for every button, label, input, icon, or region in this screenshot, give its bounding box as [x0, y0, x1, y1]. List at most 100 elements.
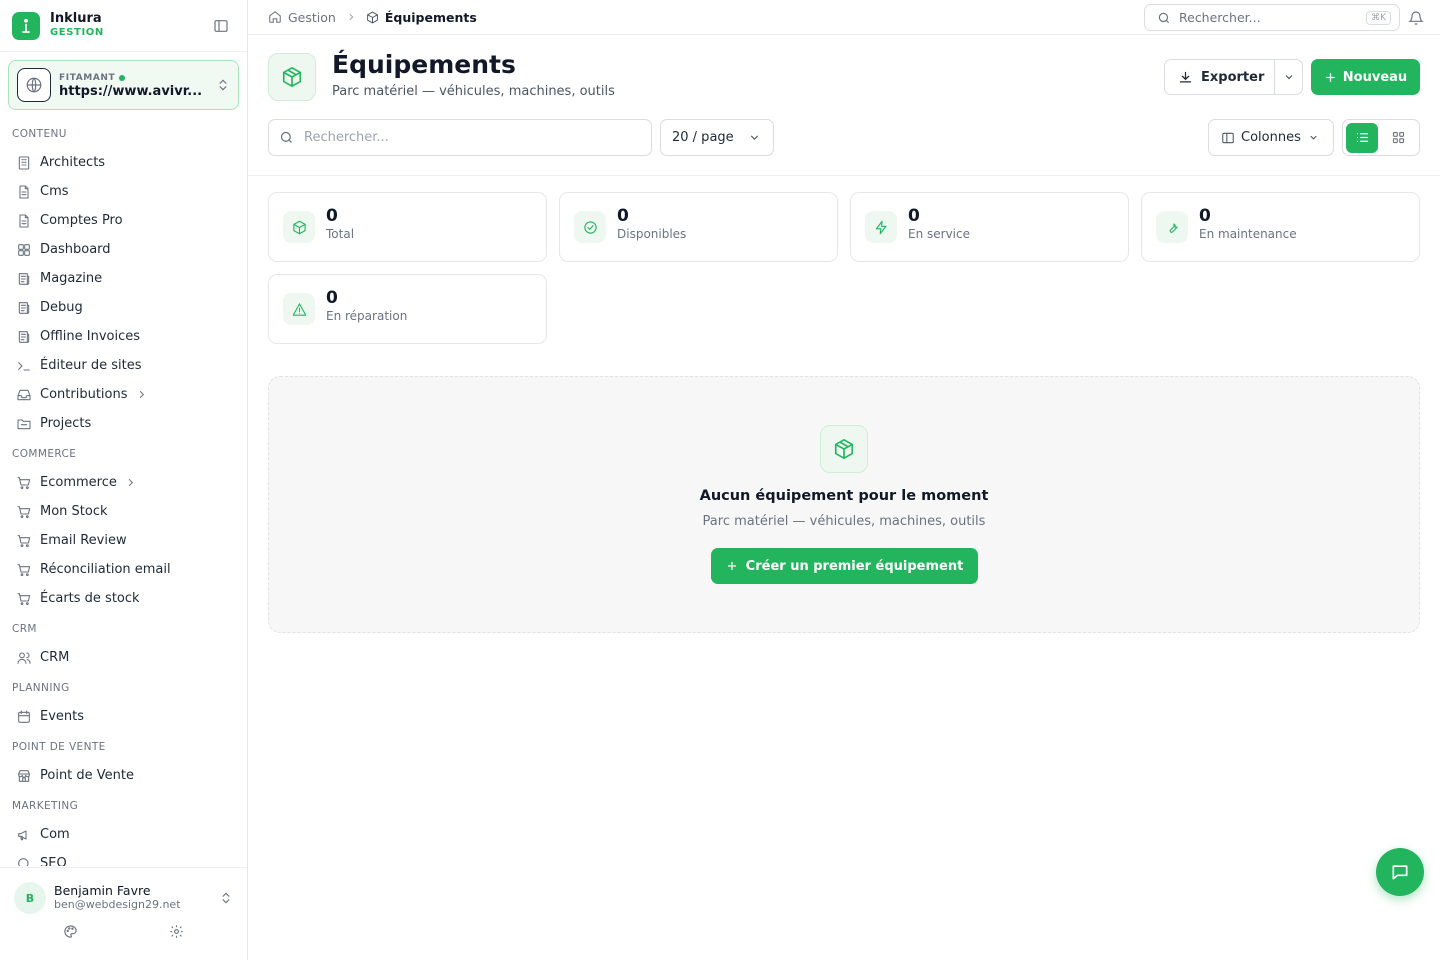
sidebar-item-label: Mon Stock — [40, 504, 108, 519]
sidebar-item-email-review[interactable]: Email Review — [0, 526, 247, 555]
page-size-value: 20 / page — [672, 130, 734, 145]
sidebar-item-label: Architects — [40, 155, 106, 170]
list-icon — [1356, 133, 1368, 142]
sidebar-item-seo[interactable]: SEO — [0, 849, 247, 866]
create-first-button[interactable]: Créer un premier équipement — [711, 548, 978, 584]
export-dropdown-button[interactable] — [1275, 71, 1302, 83]
stat-value: 0 — [617, 206, 629, 226]
grid-icon — [1392, 131, 1404, 144]
nav-section-title: MARKETING — [12, 800, 79, 812]
users-icon — [16, 650, 32, 666]
user-menu[interactable]: B Benjamin Favre ben@webdesign29.net — [0, 868, 247, 914]
brand-name: Inklura — [50, 10, 102, 26]
bell-icon[interactable] — [1408, 10, 1424, 26]
breadcrumb-root[interactable]: Gestion — [288, 10, 336, 25]
columns-icon — [1221, 131, 1235, 145]
plus-icon — [726, 560, 738, 572]
sidebar-item-mon-stock[interactable]: Mon Stock — [0, 497, 247, 526]
stat-value: 0 — [326, 206, 338, 226]
sidebar-item-events[interactable]: Events — [0, 702, 247, 731]
sidebar-item-ecommerce[interactable]: Ecommerce — [0, 468, 247, 497]
globe-icon — [17, 68, 51, 102]
chat-button[interactable] — [1376, 848, 1424, 896]
palette-icon[interactable] — [63, 924, 78, 939]
sidebar-item-label: Email Review — [40, 533, 127, 548]
sidebar-item-comptes-pro[interactable]: Comptes Pro — [0, 206, 247, 235]
cart-icon — [16, 533, 32, 549]
stat-label: Disponibles — [617, 227, 687, 241]
avatar: B — [14, 882, 46, 914]
download-icon — [1178, 70, 1193, 85]
cart-icon — [16, 591, 32, 607]
view-toggle — [1342, 119, 1420, 156]
sidebar: Inklura GESTION FITAMANT https://www.avi… — [0, 0, 248, 960]
stat-card: 0 Disponibles — [559, 192, 838, 262]
search-input[interactable] — [304, 130, 624, 145]
cart-icon — [16, 475, 32, 491]
sidebar-item-r-conciliation-email[interactable]: Réconciliation email — [0, 555, 247, 584]
sidebar-item-offline-invoices[interactable]: Offline Invoices — [0, 322, 247, 351]
sidebar-item-contributions[interactable]: Contributions — [0, 380, 247, 409]
nav-section-title: COMMERCE — [12, 448, 77, 460]
sidebar-item-label: Écarts de stock — [40, 591, 140, 606]
sidebar-item-magazine[interactable]: Magazine — [0, 264, 247, 293]
sidebar-item-projects[interactable]: Projects — [0, 409, 247, 438]
chevron-right-icon — [136, 389, 147, 400]
empty-subtitle: Parc matériel — véhicules, machines, out… — [702, 514, 986, 529]
sidebar-item-crm[interactable]: CRM — [0, 643, 247, 672]
stat-card: 0 En maintenance — [1141, 192, 1420, 262]
sidebar-item-architects[interactable]: Architects — [0, 148, 247, 177]
gear-icon[interactable] — [169, 924, 184, 939]
sidebar-item-debug[interactable]: Debug — [0, 293, 247, 322]
create-first-label: Créer un premier équipement — [745, 558, 964, 574]
sidebar-item-carts-de-stock[interactable]: Écarts de stock — [0, 584, 247, 613]
sidebar-item-point-de-vente[interactable]: Point de Vente — [0, 761, 247, 790]
file-icon — [16, 184, 32, 200]
page-title: Équipements — [332, 50, 516, 79]
sidebar-item-label: Magazine — [40, 271, 103, 286]
page-size-select[interactable]: 20 / page — [660, 119, 774, 156]
site-switcher[interactable]: FITAMANT https://www.avivr... — [8, 60, 239, 110]
user-panel: B Benjamin Favre ben@webdesign29.net — [0, 867, 247, 960]
sidebar-item-label: Éditeur de sites — [40, 358, 142, 373]
list-view-button[interactable] — [1346, 122, 1378, 153]
nav-section-title: CRM — [12, 623, 37, 635]
sidebar-item-label: Debug — [40, 300, 83, 315]
columns-label: Colonnes — [1241, 130, 1301, 145]
sidebar-item-label: CRM — [40, 650, 70, 665]
folder-icon — [16, 416, 32, 432]
plus-icon — [1324, 71, 1337, 84]
grid-view-button[interactable] — [1382, 123, 1414, 153]
sidebar-item-label: SEO — [40, 856, 67, 866]
stat-label: En maintenance — [1199, 227, 1297, 241]
sidebar-item-dashboard[interactable]: Dashboard — [0, 235, 247, 264]
divider — [248, 175, 1440, 176]
sidebar-collapse-icon[interactable] — [213, 18, 229, 34]
breadcrumb-current: Équipements — [384, 9, 477, 25]
sidebar-item-label: Offline Invoices — [40, 329, 141, 344]
nav-section-title: PLANNING — [12, 682, 70, 694]
user-email: ben@webdesign29.net — [54, 898, 181, 911]
newspaper-icon — [16, 271, 32, 287]
nav-section-title: POINT DE VENTE — [12, 741, 106, 753]
sidebar-item-com[interactable]: Com — [0, 820, 247, 849]
box-icon — [366, 11, 379, 24]
sidebar-item-label: Projects — [40, 416, 92, 431]
sidebar-item-diteur-de-sites[interactable]: Éditeur de sites — [0, 351, 247, 380]
export-button[interactable]: Exporter — [1165, 60, 1275, 94]
nav-section-title: CONTENU — [12, 128, 67, 140]
brand-logo[interactable] — [12, 11, 40, 40]
sidebar-item-label: Events — [40, 709, 85, 724]
stat-card: 0 Total — [268, 192, 547, 262]
columns-button[interactable]: Colonnes — [1208, 119, 1334, 156]
stat-label: En réparation — [326, 309, 408, 323]
user-name: Benjamin Favre — [54, 883, 151, 898]
sidebar-item-cms[interactable]: Cms — [0, 177, 247, 206]
stat-value: 0 — [1199, 206, 1211, 226]
new-button[interactable]: Nouveau — [1311, 59, 1420, 95]
empty-title: Aucun équipement pour le moment — [699, 488, 989, 504]
global-search[interactable]: Rechercher... ⌘K — [1144, 4, 1400, 31]
wrench-icon — [1156, 211, 1188, 243]
search-icon — [16, 856, 32, 866]
global-search-placeholder: Rechercher... — [1179, 10, 1261, 25]
